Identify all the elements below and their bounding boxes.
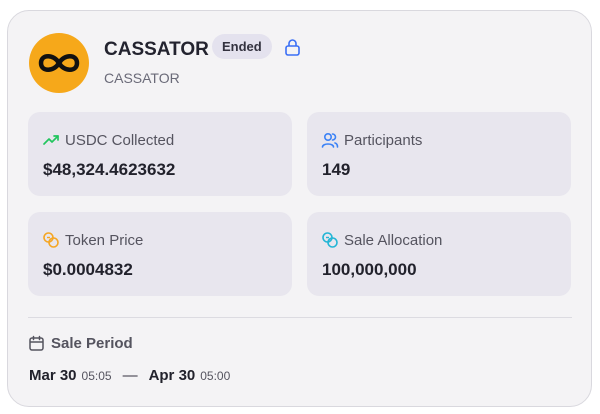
stat-label: Participants [344,131,423,149]
project-symbol: CASSATOR [104,70,180,86]
coins-icon [322,232,338,248]
end-time: 05:00 [200,369,231,383]
sale-period-heading: Sale Period [28,335,133,352]
calendar-icon [29,335,44,351]
project-logo [29,33,89,93]
stat-participants: Participants 149 [307,112,571,196]
sale-period-label: Sale Period [51,335,133,352]
stat-label: Sale Allocation [344,231,443,249]
stat-label: Token Price [65,231,144,249]
stat-usdc-collected: USDC Collected $48,324.4623632 [28,112,292,196]
stat-label: USDC Collected [65,131,175,149]
coins-icon [43,232,59,248]
status-badge: Ended [212,34,272,59]
stat-value: 100,000,000 [322,260,417,279]
stat-value: $0.0004832 [43,260,133,279]
end-date: Apr 30 [148,367,196,384]
trending-up-icon [43,135,59,145]
range-separator: — [122,367,138,384]
start-date: Mar 30 [29,367,77,384]
users-icon [321,132,339,148]
infinity-logo-icon [38,54,80,72]
divider [28,317,572,318]
sale-period-range: Mar 30 05:05 — Apr 30 05:00 [29,367,230,384]
sale-card: CASSATOR Ended CASSATOR USDC Collected $… [7,10,592,407]
stat-value: 149 [322,160,351,179]
stat-token-price: Token Price $0.0004832 [28,212,292,296]
start-time: 05:05 [81,369,112,383]
stat-sale-allocation: Sale Allocation 100,000,000 [307,212,571,296]
stat-value: $48,324.4623632 [43,160,176,179]
lock-icon[interactable] [284,38,301,56]
project-name: CASSATOR [104,39,209,60]
